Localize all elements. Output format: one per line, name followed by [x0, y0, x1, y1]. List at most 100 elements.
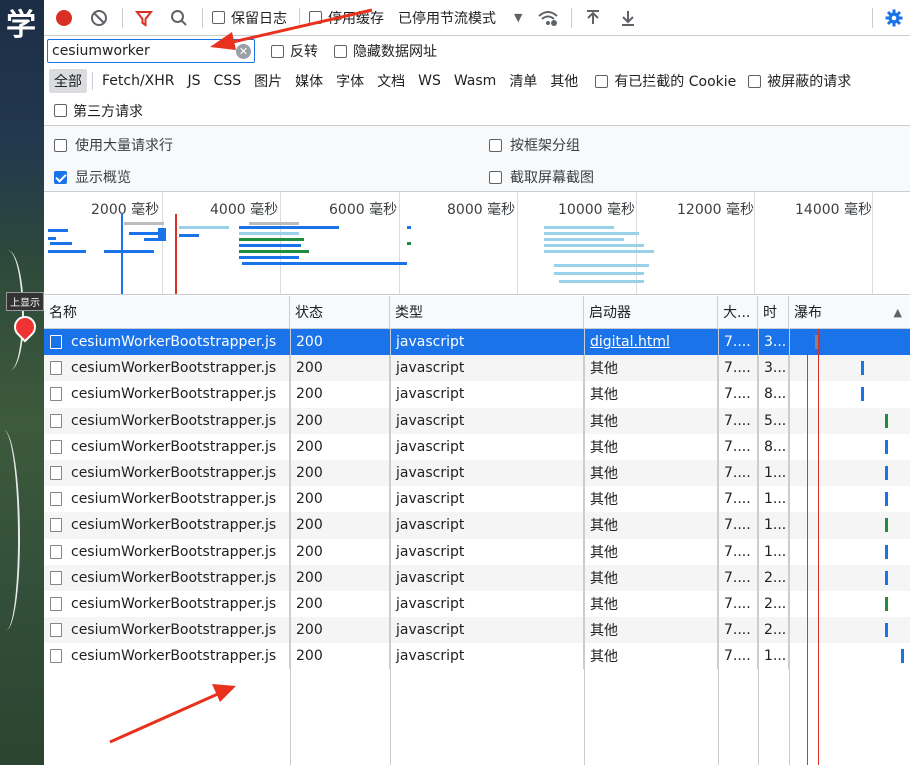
file-icon — [50, 623, 62, 638]
type-text: javascript — [396, 438, 465, 455]
table-row[interactable]: cesiumWorkerBootstrapper.js 200 javascript… — [44, 512, 910, 539]
filter-input-box[interactable]: ✕ — [47, 39, 255, 63]
table-row[interactable]: cesiumWorkerBootstrapper.js 200 javascript… — [44, 643, 910, 670]
overview-bar — [129, 232, 159, 235]
search-button[interactable] — [167, 6, 191, 30]
throttling-select[interactable]: 已停用节流模式 ▼ — [398, 8, 522, 28]
status-text: 200 — [296, 386, 323, 403]
table-row[interactable]: cesiumWorkerBootstrapper.js 200 javascript… — [44, 329, 910, 356]
table-row[interactable]: cesiumWorkerBootstrapper.js 200 javascript… — [44, 459, 910, 487]
hide-data-urls-checkbox[interactable]: 隐藏数据网址 — [334, 41, 437, 61]
map-glyph: 学 — [6, 8, 36, 43]
table-row[interactable]: cesiumWorkerBootstrapper.js 200 javascript… — [44, 433, 910, 460]
type-filter-other[interactable]: 其他 — [545, 69, 583, 93]
disable-cache-checkbox[interactable]: 停用缓存 — [309, 8, 384, 28]
column-header-initiator[interactable]: 启动器 — [584, 296, 718, 328]
checkbox-box[interactable] — [489, 138, 502, 152]
checkbox-box[interactable] — [489, 170, 502, 184]
table-body: cesiumWorkerBootstrapper.js 200 javascript… — [44, 329, 910, 670]
network-settings-button[interactable] — [882, 6, 906, 30]
time-text: 1... — [764, 465, 787, 482]
table-row[interactable]: cesiumWorkerBootstrapper.js 200 javascript… — [44, 538, 910, 565]
blocked-cookies-checkbox[interactable]: 有已拦截的 Cookie — [595, 71, 736, 91]
type-filter-font[interactable]: 字体 — [331, 69, 369, 93]
overview-bar — [179, 226, 229, 229]
table-row[interactable]: cesiumWorkerBootstrapper.js 200 javascript… — [44, 355, 910, 382]
table-row[interactable]: cesiumWorkerBootstrapper.js 200 javascript… — [44, 486, 910, 513]
type-filter-ws[interactable]: WS — [413, 71, 446, 91]
group-by-frame-label: 按框架分组 — [510, 138, 580, 154]
initiator-text: 其他 — [590, 649, 618, 666]
column-header-waterfall[interactable]: 瀑布 ▲ — [789, 296, 910, 328]
type-filter-fetch-xhr[interactable]: Fetch/XHR — [97, 71, 180, 91]
time-cell: 1... — [758, 512, 789, 539]
checkbox-box[interactable] — [271, 44, 284, 58]
checkbox-box[interactable] — [309, 11, 322, 24]
initiator-cell: 其他 — [584, 538, 718, 565]
blocked-requests-checkbox[interactable]: 被屏蔽的请求 — [748, 71, 851, 91]
invert-checkbox[interactable]: 反转 — [271, 41, 318, 61]
filter-row: ✕ 反转 隐藏数据网址 — [44, 36, 910, 66]
type-cell: javascript — [390, 617, 584, 644]
checkbox-box-checked[interactable] — [54, 170, 67, 184]
time-text: 1... — [764, 543, 787, 560]
table-row[interactable]: cesiumWorkerBootstrapper.js 200 javascript… — [44, 617, 910, 644]
initiator-cell: 其他 — [584, 590, 718, 618]
initiator-cell: 其他 — [584, 512, 718, 539]
status-cell: 200 — [290, 486, 390, 513]
column-header-name[interactable]: 名称 — [44, 296, 290, 328]
export-har-button[interactable] — [616, 6, 640, 30]
checkbox-box[interactable] — [212, 11, 225, 24]
preserve-log-checkbox[interactable]: 保留日志 — [212, 8, 287, 28]
column-header-time[interactable]: 时 — [758, 296, 789, 328]
overview-tick — [399, 192, 400, 294]
type-filter-media[interactable]: 媒体 — [290, 69, 328, 93]
table-row[interactable]: cesiumWorkerBootstrapper.js 200 javascript… — [44, 564, 910, 591]
clear-filter-icon[interactable]: ✕ — [236, 44, 251, 59]
overview-bar — [544, 226, 614, 229]
size-text: 7.... — [724, 648, 751, 665]
checkbox-box[interactable] — [748, 74, 762, 88]
checkbox-box[interactable] — [595, 74, 609, 88]
type-filter-js[interactable]: JS — [183, 71, 206, 91]
filter-input[interactable] — [52, 43, 232, 59]
table-row[interactable]: cesiumWorkerBootstrapper.js 200 javascript… — [44, 407, 910, 434]
big-request-rows-checkbox[interactable]: 使用大量请求行 — [54, 135, 173, 155]
checkbox-box[interactable] — [334, 44, 347, 58]
initiator-cell[interactable]: digital.html — [584, 329, 718, 356]
type-filter-manifest[interactable]: 清单 — [504, 69, 542, 93]
table-row[interactable]: cesiumWorkerBootstrapper.js 200 javascript… — [44, 381, 910, 408]
table-row[interactable]: cesiumWorkerBootstrapper.js 200 javascript… — [44, 590, 910, 618]
initiator-cell: 其他 — [584, 564, 718, 591]
checkbox-box[interactable] — [54, 138, 67, 152]
size-cell: 7.... — [718, 407, 758, 434]
type-filter-img[interactable]: 图片 — [249, 69, 287, 93]
waterfall-header-label: 瀑布 — [794, 305, 822, 321]
clear-button[interactable] — [87, 6, 111, 30]
initiator-cell: 其他 — [584, 643, 718, 670]
file-icon — [50, 387, 62, 402]
import-har-button[interactable] — [581, 6, 605, 30]
column-header-size[interactable]: 大... — [718, 296, 758, 328]
third-party-checkbox[interactable]: 第三方请求 — [54, 101, 143, 121]
network-conditions-button[interactable] — [536, 6, 560, 30]
column-header-status[interactable]: 状态 — [290, 296, 390, 328]
size-cell: 7.... — [718, 329, 758, 356]
size-text: 7.... — [724, 569, 751, 586]
record-button[interactable] — [52, 6, 76, 30]
group-by-frame-checkbox[interactable]: 按框架分组 — [489, 135, 580, 155]
column-header-type[interactable]: 类型 — [390, 296, 584, 328]
capture-screenshots-checkbox[interactable]: 截取屏幕截图 — [489, 167, 594, 187]
initiator-text: 其他 — [590, 518, 618, 535]
checkbox-box[interactable] — [54, 104, 67, 117]
overview-tick — [162, 192, 163, 294]
type-filter-wasm[interactable]: Wasm — [449, 71, 501, 91]
initiator-text[interactable]: digital.html — [590, 334, 670, 350]
network-overview[interactable]: 2000 毫秒 4000 毫秒 6000 毫秒 8000 毫秒 10000 毫秒… — [44, 192, 910, 295]
type-filter-all[interactable]: 全部 — [49, 69, 87, 93]
filter-toggle-button[interactable] — [132, 6, 156, 30]
time-cell: 3... — [758, 355, 789, 382]
type-filter-css[interactable]: CSS — [209, 71, 247, 91]
show-overview-checkbox[interactable]: 显示概览 — [54, 167, 131, 187]
type-filter-doc[interactable]: 文档 — [372, 69, 410, 93]
